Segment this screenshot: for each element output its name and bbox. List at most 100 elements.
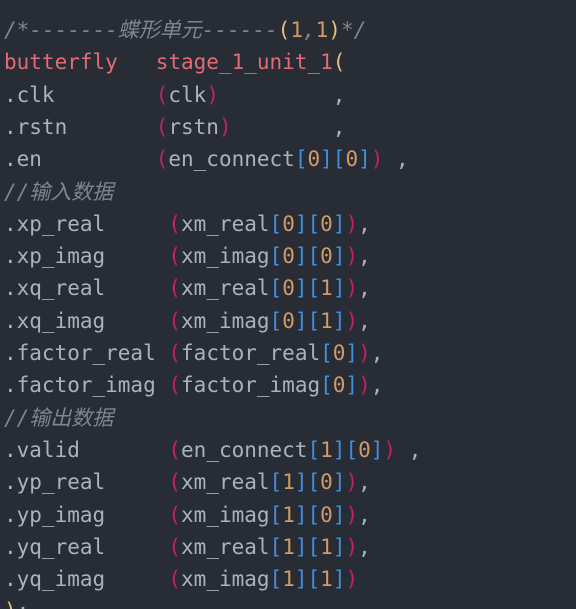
code-token: [ xyxy=(307,276,321,301)
code-token: , xyxy=(358,534,371,559)
code-token: ] xyxy=(332,244,346,269)
code-token: [ xyxy=(345,437,359,462)
code-token: ) xyxy=(358,341,371,365)
code-token: ( xyxy=(155,114,169,139)
code-token: ] xyxy=(332,567,346,592)
code-line[interactable]: //输入数据 xyxy=(4,176,113,208)
code-token: 0 xyxy=(282,211,295,236)
code-token: factor_imag xyxy=(181,373,321,398)
code-token: ) xyxy=(218,114,232,139)
code-line[interactable]: .factor_real (factor_real[0]), xyxy=(4,337,383,369)
code-line[interactable]: .yq_imag (xm_imag[1][1]) xyxy=(4,563,358,595)
code-token: , xyxy=(370,341,384,365)
code-line[interactable]: .xq_imag (xm_imag[0][1]), xyxy=(4,305,371,337)
code-token: .xq_imag xyxy=(4,308,169,333)
code-token: ) xyxy=(345,244,359,269)
code-token: .yq_imag xyxy=(4,567,169,592)
code-token: [ xyxy=(269,276,283,301)
code-token: ( xyxy=(155,147,169,172)
code-token: ] xyxy=(294,211,308,236)
code-line[interactable]: .xq_real (xm_real[0][1]), xyxy=(4,272,371,304)
code-line[interactable]: butterfly stage_1_unit_1( xyxy=(4,46,345,78)
code-token: 1 xyxy=(282,502,295,527)
code-line[interactable]: .yp_real (xm_real[1][0]), xyxy=(4,466,371,498)
code-line[interactable]: //输出数据 xyxy=(4,402,113,434)
code-token: ) xyxy=(345,470,359,495)
code-line[interactable]: .valid (en_connect[1][0]) , xyxy=(4,434,421,466)
code-token: ( xyxy=(168,437,182,462)
code-token: 0 xyxy=(282,244,295,269)
code-token: , xyxy=(302,18,316,42)
code-token: ] xyxy=(332,308,346,333)
code-token: [ xyxy=(307,211,321,236)
code-line[interactable]: .clk (clk) , xyxy=(4,79,345,111)
code-token: [ xyxy=(269,502,283,527)
code-token: ) xyxy=(370,147,384,172)
code-token: ( xyxy=(168,373,182,398)
code-token: .yp_imag xyxy=(4,502,169,527)
code-token: rstn xyxy=(168,114,219,139)
code-line[interactable]: .yq_real (xm_real[1][1]), xyxy=(4,531,371,563)
code-token: [ xyxy=(307,308,321,333)
code-token: ) xyxy=(383,437,397,462)
code-token: xm_real xyxy=(181,470,270,495)
code-token: ( xyxy=(168,308,182,333)
code-line[interactable]: .rstn (rstn) , xyxy=(4,111,345,143)
code-token: [ xyxy=(269,534,283,559)
code-token: .yp_real xyxy=(4,470,169,495)
code-token: , xyxy=(358,276,371,301)
code-token: [ xyxy=(269,470,283,495)
code-token: ) xyxy=(345,567,359,592)
code-token: xm_real xyxy=(181,534,270,559)
code-line[interactable]: .en (en_connect[0][0]) , xyxy=(4,143,409,175)
code-editor[interactable]: /*-------蝶形单元------(1,1)*/butterfly stag… xyxy=(0,0,576,609)
code-line[interactable]: ); xyxy=(4,595,29,609)
code-line[interactable]: .yp_imag (xm_imag[1][0]), xyxy=(4,499,371,531)
code-token: */ xyxy=(340,18,367,42)
code-token: [ xyxy=(307,534,321,559)
code-token: ] xyxy=(294,276,308,301)
code-token: xm_imag xyxy=(181,244,270,269)
code-token: ] xyxy=(358,147,371,172)
code-token: 1 xyxy=(290,18,303,42)
code-line[interactable]: .xp_imag (xm_imag[0][0]), xyxy=(4,240,371,272)
code-token: , xyxy=(358,244,371,269)
code-token: ) xyxy=(345,502,359,527)
code-token: //输出数据 xyxy=(4,405,114,430)
code-line[interactable]: .xp_real (xm_real[0][0]), xyxy=(4,208,371,240)
code-token: .xp_imag xyxy=(4,244,169,269)
code-token: ] xyxy=(294,308,308,333)
code-token: ] xyxy=(370,437,384,462)
code-token: [ xyxy=(320,373,333,398)
code-token: ) xyxy=(358,373,371,398)
code-token: , xyxy=(358,502,371,527)
code-token: [ xyxy=(294,147,308,172)
code-token: butterfly stage_1_unit_1 xyxy=(4,50,333,75)
code-token: ] xyxy=(345,341,359,365)
code-token: ) xyxy=(345,308,359,333)
code-token: ( xyxy=(168,244,182,269)
code-line[interactable]: /*-------蝶形单元------(1,1)*/ xyxy=(4,14,366,46)
code-token: , xyxy=(231,114,346,139)
code-token: .rstn xyxy=(4,114,156,139)
code-token: .factor_real xyxy=(4,341,169,365)
code-token: 0 xyxy=(320,502,333,527)
code-token: 0 xyxy=(345,147,359,172)
code-line[interactable]: .factor_imag (factor_imag[0]), xyxy=(4,369,383,401)
code-token: 1 xyxy=(282,470,295,495)
code-token: 0 xyxy=(320,244,333,269)
code-token: , xyxy=(370,373,384,398)
code-token: //输入数据 xyxy=(4,179,114,204)
code-token: 1 xyxy=(282,567,295,592)
code-token: [ xyxy=(307,502,321,527)
code-token: [ xyxy=(269,308,283,333)
code-token: 0 xyxy=(282,276,295,301)
code-token: ( xyxy=(168,567,182,592)
code-token: .clk xyxy=(4,82,156,107)
code-token: xm_imag xyxy=(181,567,270,592)
code-token: factor_real xyxy=(181,341,321,365)
code-token: /*-------蝶形单元------ xyxy=(4,18,278,42)
code-token: ; xyxy=(17,599,30,609)
code-token: ( xyxy=(168,276,182,301)
code-token: 0 xyxy=(320,470,333,495)
